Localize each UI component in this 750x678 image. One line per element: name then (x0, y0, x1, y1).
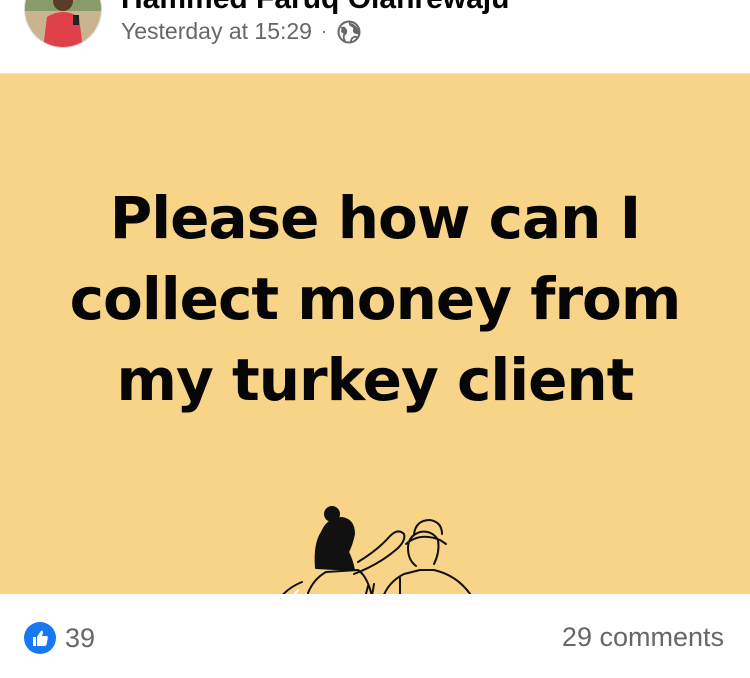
reactions-summary[interactable]: 39 (24, 622, 95, 654)
comments-count[interactable]: 29 comments (562, 622, 724, 653)
post-header: Hammed Faruq Olanrewaju Yesterday at 15:… (0, 0, 750, 74)
globe-icon[interactable] (336, 19, 362, 45)
author-name[interactable]: Hammed Faruq Olanrewaju (121, 0, 509, 14)
post-meta: Yesterday at 15:29 · (121, 18, 362, 45)
friends-illustration (282, 506, 472, 594)
reaction-count: 39 (65, 622, 96, 653)
post-footer: 39 29 comments (0, 594, 750, 678)
post-body[interactable]: Please how can I collect money from my t… (0, 74, 750, 594)
facebook-post: Hammed Faruq Olanrewaju Yesterday at 15:… (0, 0, 750, 678)
avatar[interactable] (24, 0, 102, 48)
meta-separator: · (320, 21, 327, 41)
like-icon (24, 622, 56, 654)
post-timestamp[interactable]: Yesterday at 15:29 (121, 18, 312, 45)
post-text: Please how can I collect money from my t… (69, 184, 682, 414)
